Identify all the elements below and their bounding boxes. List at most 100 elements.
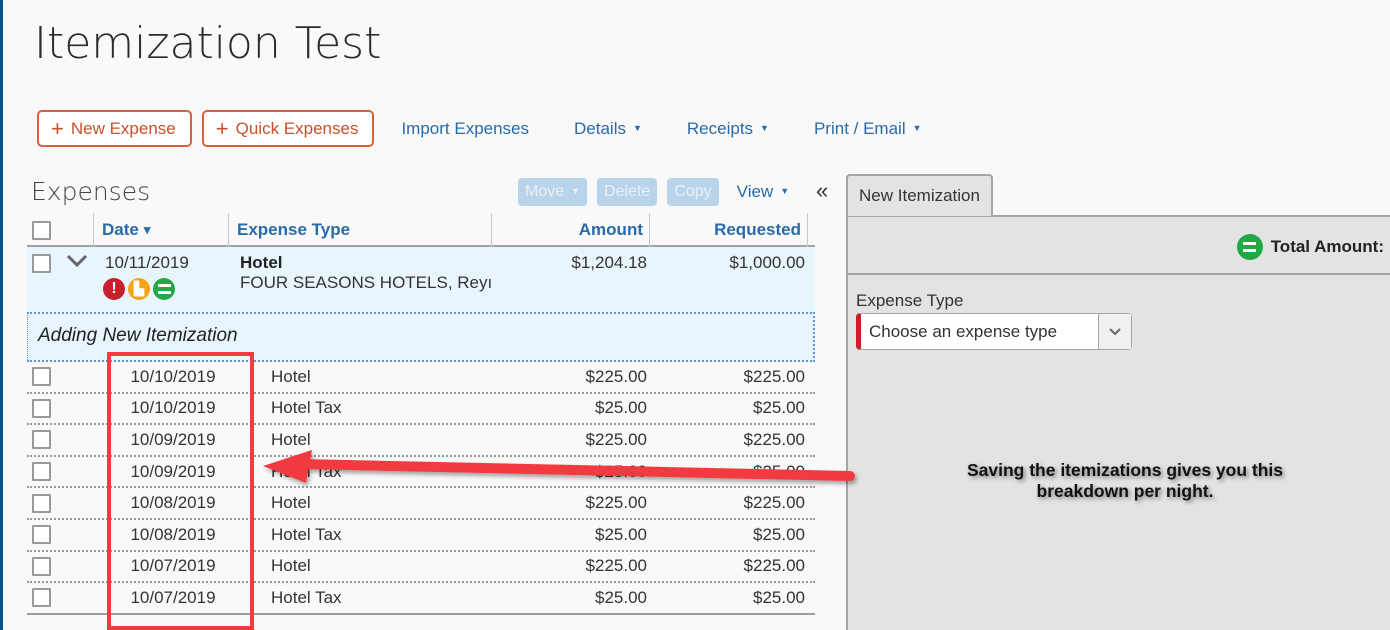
row-checkbox[interactable] [32,430,51,450]
row-checkbox[interactable] [32,462,51,482]
delete-button[interactable]: Delete [597,178,658,206]
expense-list-actions: Move ▼ Delete Copy View ▼ [518,178,789,206]
details-menu[interactable]: Details ▼ [574,119,642,139]
row-checkbox-cell [32,520,51,550]
column-divider [228,213,229,247]
toolbar: + New Expense + Quick Expenses Import Ex… [37,110,922,147]
itemization-amount: $225.00 [585,556,647,576]
itemization-amount: $25.00 [595,398,647,418]
annotation-line-1: Saving the itemizations gives you this [966,460,1284,480]
parent-vendor: FOUR SEASONS HOTELS, Reyı [240,273,492,292]
new-expense-label: New Expense [70,118,176,138]
itemization-requested: $25.00 [753,587,805,607]
itemization-type: Hotel [271,493,311,513]
plus-icon: + [215,115,229,141]
column-divider [807,213,808,247]
import-expenses-label: Import Expenses [401,118,530,138]
window-left-edge [0,0,3,630]
itemized-equal-icon[interactable] [153,278,175,300]
total-amount-label: Total Amount: [1270,237,1384,256]
row-checkbox-cell [32,394,51,424]
caret-down-icon: ▼ [632,122,642,133]
itemization-requested: $225.00 [743,429,805,449]
itemization-amount: $225.00 [585,493,647,513]
grid-header: Date ▾ Expense Type Amount Requested [27,213,815,247]
itemization-amount: $225.00 [585,366,647,386]
exception-icon[interactable]: ! [103,278,125,300]
annotation-callout: Saving the itemizations gives you this b… [930,460,1320,502]
row-checkbox-cell [32,583,51,613]
itemization-summary-bar: Total Amount: [846,215,1390,275]
sort-desc-icon: ▾ [143,222,151,237]
select-all-cell [32,213,51,247]
itemization-form: Expense Type Choose an expense type [846,275,1390,630]
move-button[interactable]: Move ▼ [518,178,588,206]
date-header-label: Date [102,220,139,239]
itemization-amount: $25.00 [595,461,647,481]
quick-expenses-button[interactable]: + Quick Expenses [201,110,375,147]
tab-new-itemization[interactable]: New Itemization [846,174,993,216]
row-checkbox[interactable] [32,367,51,387]
parent-amount: $1,204.18 [571,253,647,272]
print-email-menu[interactable]: Print / Email ▼ [814,119,922,139]
expense-type-select[interactable]: Choose an expense type [856,313,1132,350]
column-header-expense-type[interactable]: Expense Type [237,213,350,247]
quick-expenses-label: Quick Expenses [235,118,359,138]
parent-requested: $1,000.00 [729,253,805,272]
itemization-panel: New Itemization Total Amount: Expense Ty… [846,174,1390,630]
parent-date: 10/11/2019 [105,253,189,272]
status-icons: ! ▙ [103,278,178,300]
column-header-amount[interactable]: Amount [491,213,643,247]
itemization-amount: $25.00 [595,587,647,607]
itemization-amount: $225.00 [585,429,647,449]
column-header-requested[interactable]: Requested [649,213,801,247]
row-checkbox[interactable] [32,525,51,545]
column-header-date[interactable]: Date ▾ [102,213,150,247]
select-all-checkbox[interactable] [32,220,51,240]
column-divider [93,213,94,247]
import-expenses-link[interactable]: Import Expenses [401,119,529,139]
move-label: Move [525,183,565,200]
caret-down-icon: ▼ [912,122,922,133]
chevron-down-icon[interactable] [1098,314,1131,349]
row-checkbox[interactable] [32,556,51,576]
receipt-icon[interactable]: ▙ [128,278,150,300]
row-checkbox-cell [32,552,51,582]
details-label: Details [574,118,626,138]
annotation-line-2: breakdown per night. [1036,481,1214,501]
row-checkbox[interactable] [32,588,51,608]
expense-row-parent[interactable]: 10/11/2019 ! ▙ Hotel FOUR SEASONS HOTELS… [27,247,815,312]
itemization-type: Hotel Tax [271,398,342,418]
plus-icon: + [51,115,64,141]
row-checkbox[interactable] [32,254,51,273]
itemization-amount: $25.00 [595,524,647,544]
expense-type-placeholder: Choose an expense type [869,321,1058,341]
copy-button[interactable]: Copy [667,178,719,206]
itemized-equal-icon [1236,234,1263,260]
collapse-panel-icon[interactable]: « [816,178,828,204]
itemization-requested: $25.00 [753,461,805,481]
row-checkbox-cell [32,425,51,455]
itemization-requested: $25.00 [753,524,805,544]
row-checkbox-cell [32,488,51,518]
chevron-down-icon[interactable] [65,249,89,276]
date-column-highlight [107,352,254,630]
itemization-type: Hotel Tax [271,461,342,481]
row-checkbox[interactable] [32,398,51,418]
page-title: Itemization Test [34,18,382,69]
view-label: View [736,182,774,201]
new-expense-button[interactable]: + New Expense [37,110,192,147]
itemization-type: Hotel [271,429,311,449]
row-checkbox-cell [32,362,51,392]
total-amount: Total Amount: [1236,234,1384,260]
parent-expense-type: Hotel [240,253,283,272]
itemization-type: Hotel [271,366,311,386]
expense-type-label: Expense Type [856,291,964,310]
caret-down-icon: ▼ [760,122,769,133]
view-menu[interactable]: View ▼ [737,182,789,202]
itemization-type: Hotel [271,556,311,576]
caret-down-icon: ▼ [780,186,790,196]
row-checkbox[interactable] [32,493,51,513]
receipts-menu[interactable]: Receipts ▼ [687,119,769,139]
itemization-type: Hotel Tax [271,524,342,544]
